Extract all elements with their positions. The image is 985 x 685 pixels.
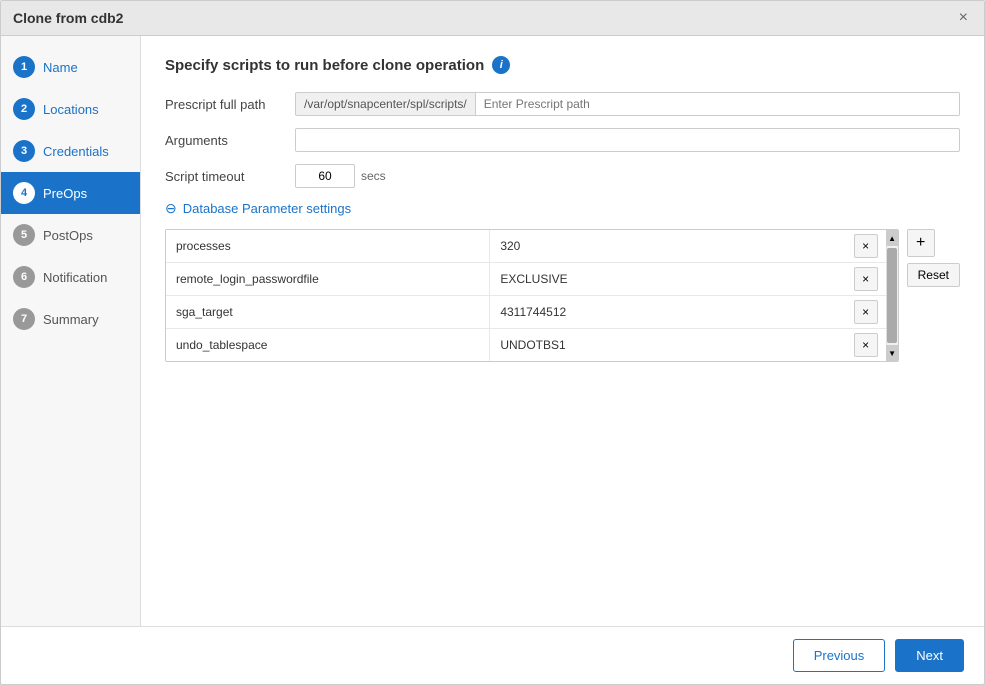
sidebar-label-locations: Locations (43, 102, 99, 117)
timeout-row: Script timeout secs (165, 164, 960, 188)
params-table-wrapper: processes 320 × remote_login_passwordfil… (165, 229, 899, 362)
sidebar-item-locations[interactable]: 2 Locations (1, 88, 140, 130)
remove-parameter-button[interactable]: × (854, 234, 878, 258)
params-inner: processes 320 × remote_login_passwordfil… (166, 230, 886, 361)
sidebar-label-preops: PreOps (43, 186, 87, 201)
params-table: processes 320 × remote_login_passwordfil… (166, 230, 886, 361)
sidebar-item-name[interactable]: 1 Name (1, 46, 140, 88)
info-icon[interactable]: i (492, 56, 510, 74)
sidebar-label-postops: PostOps (43, 228, 93, 243)
param-name: undo_tablespace (166, 329, 490, 362)
remove-parameter-button[interactable]: × (854, 333, 878, 357)
step-circle-2: 2 (13, 98, 35, 120)
sidebar-item-credentials[interactable]: 3 Credentials (1, 130, 140, 172)
prescript-row: Prescript full path /var/opt/snapcenter/… (165, 92, 960, 116)
sidebar-item-summary[interactable]: 7 Summary (1, 298, 140, 340)
params-row-container: processes 320 × remote_login_passwordfil… (166, 230, 898, 361)
params-scrollbar: ▲ ▼ (886, 230, 898, 361)
add-parameter-button[interactable]: + (907, 229, 935, 257)
param-remove-cell: × (850, 230, 886, 263)
sidebar-label-credentials: Credentials (43, 144, 109, 159)
reset-button[interactable]: Reset (907, 263, 960, 287)
section-title-text: Specify scripts to run before clone oper… (165, 57, 484, 74)
prescript-path-container: /var/opt/snapcenter/spl/scripts/ (295, 92, 960, 116)
dialog-title: Clone from cdb2 (13, 10, 123, 26)
close-button[interactable]: × (955, 9, 972, 27)
previous-button[interactable]: Previous (793, 639, 886, 672)
table-row: remote_login_passwordfile EXCLUSIVE × (166, 263, 886, 296)
prescript-input[interactable] (475, 92, 960, 116)
arguments-input[interactable] (295, 128, 960, 152)
dialog-footer: Previous Next (1, 626, 984, 684)
clone-dialog: Clone from cdb2 × 1 Name 2 Locations 3 C… (0, 0, 985, 685)
sidebar-item-notification[interactable]: 6 Notification (1, 256, 140, 298)
step-circle-3: 3 (13, 140, 35, 162)
params-container: processes 320 × remote_login_passwordfil… (165, 229, 960, 362)
dialog-body: 1 Name 2 Locations 3 Credentials 4 PreOp… (1, 36, 984, 626)
scrollbar-thumb[interactable] (887, 248, 897, 343)
param-remove-cell: × (850, 263, 886, 296)
table-row: sga_target 4311744512 × (166, 296, 886, 329)
path-prefix: /var/opt/snapcenter/spl/scripts/ (295, 92, 475, 116)
step-circle-5: 5 (13, 224, 35, 246)
remove-parameter-button[interactable]: × (854, 300, 878, 324)
step-circle-7: 7 (13, 308, 35, 330)
prescript-label: Prescript full path (165, 97, 295, 112)
next-button[interactable]: Next (895, 639, 964, 672)
db-params-toggle[interactable]: ⊖ Database Parameter settings (165, 200, 960, 217)
step-circle-1: 1 (13, 56, 35, 78)
db-params-label: Database Parameter settings (183, 201, 351, 216)
param-value: 320 (490, 230, 850, 263)
param-name: remote_login_passwordfile (166, 263, 490, 296)
timeout-input[interactable] (295, 164, 355, 188)
param-value: EXCLUSIVE (490, 263, 850, 296)
main-content: Specify scripts to run before clone oper… (141, 36, 984, 626)
dialog-titlebar: Clone from cdb2 × (1, 1, 984, 36)
remove-parameter-button[interactable]: × (854, 267, 878, 291)
param-remove-cell: × (850, 296, 886, 329)
sidebar-label-summary: Summary (43, 312, 99, 327)
section-title: Specify scripts to run before clone oper… (165, 56, 960, 74)
scrollbar-up[interactable]: ▲ (886, 230, 898, 246)
table-row: undo_tablespace UNDOTBS1 × (166, 329, 886, 362)
params-actions: + Reset (907, 229, 960, 362)
sidebar-label-notification: Notification (43, 270, 107, 285)
param-name: sga_target (166, 296, 490, 329)
sidebar: 1 Name 2 Locations 3 Credentials 4 PreOp… (1, 36, 141, 626)
step-circle-4: 4 (13, 182, 35, 204)
arguments-row: Arguments (165, 128, 960, 152)
arguments-label: Arguments (165, 133, 295, 148)
sidebar-item-preops[interactable]: 4 PreOps (1, 172, 140, 214)
toggle-icon: ⊖ (165, 200, 177, 217)
param-value: UNDOTBS1 (490, 329, 850, 362)
scrollbar-down[interactable]: ▼ (886, 345, 898, 361)
step-circle-6: 6 (13, 266, 35, 288)
param-value: 4311744512 (490, 296, 850, 329)
param-remove-cell: × (850, 329, 886, 362)
sidebar-item-postops[interactable]: 5 PostOps (1, 214, 140, 256)
sidebar-label-name: Name (43, 60, 78, 75)
timeout-label: Script timeout (165, 169, 295, 184)
param-name: processes (166, 230, 490, 263)
timeout-container: secs (295, 164, 386, 188)
table-row: processes 320 × (166, 230, 886, 263)
timeout-unit: secs (361, 169, 386, 183)
